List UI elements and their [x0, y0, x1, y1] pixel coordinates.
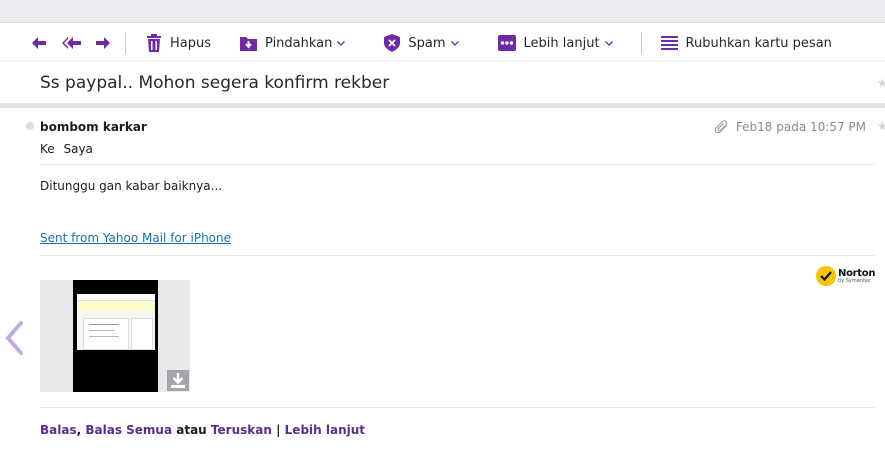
divider	[40, 255, 875, 256]
more-button[interactable]: Lebih lanjut	[497, 35, 621, 51]
more-label: Lebih lanjut	[523, 35, 600, 51]
paperclip-icon	[714, 120, 728, 134]
pipe-separator: |	[276, 423, 281, 437]
spam-label: Spam	[408, 35, 446, 51]
reply-all-icon	[62, 37, 81, 49]
delete-button[interactable]: Hapus	[146, 34, 211, 52]
move-button[interactable]: Pindahkan	[240, 35, 353, 51]
toolbar-divider	[640, 32, 642, 54]
trash-icon	[147, 34, 161, 52]
message-date: Feb18 pada 10:57 PM	[735, 120, 866, 134]
reply-comma: ,	[76, 423, 82, 437]
list-icon	[660, 36, 678, 50]
download-button[interactable]	[167, 370, 189, 391]
norton-text: Norton by Symantec	[838, 267, 876, 284]
move-folder-icon	[240, 37, 258, 51]
recipient-prefix: Ke	[40, 142, 55, 156]
reply-all-button[interactable]	[62, 36, 82, 50]
forward-link[interactable]: Teruskan	[211, 423, 272, 437]
message-toolbar: Hapus Pindahkan Spam Lebih lanjut Rubuhk…	[0, 24, 885, 62]
recipient-row: Ke Saya	[40, 142, 93, 156]
collapse-cards-button[interactable]: Rubuhkan kartu pesan	[660, 35, 832, 51]
more-link[interactable]: Lebih lanjut	[285, 423, 365, 437]
back-chevron-icon	[5, 321, 23, 355]
sender-name[interactable]: bombom karkar	[40, 120, 147, 134]
norton-name: Norton	[838, 267, 876, 279]
reply-icon	[32, 37, 46, 49]
chevron-down-icon	[450, 40, 459, 46]
more-dots-icon	[497, 35, 516, 51]
chevron-down-icon	[337, 40, 346, 46]
toolbar-divider	[125, 32, 126, 54]
delete-label: Hapus	[170, 35, 212, 51]
download-icon	[171, 373, 185, 388]
divider	[40, 407, 875, 408]
norton-check-icon	[816, 266, 836, 286]
reply-link[interactable]: Balas	[40, 423, 77, 437]
signature-link[interactable]: Sent from Yahoo Mail for iPhone	[40, 231, 231, 245]
previous-message-button[interactable]	[2, 320, 26, 356]
forward-icon	[96, 37, 110, 49]
divider	[40, 164, 875, 165]
reply-button[interactable]	[30, 36, 48, 50]
spam-shield-icon	[384, 34, 401, 52]
image-attachment[interactable]	[40, 280, 190, 392]
or-text: atau	[176, 423, 207, 437]
spam-button[interactable]: Spam	[384, 34, 466, 52]
chevron-down-icon	[604, 40, 613, 46]
subject-row: Ss paypal.. Mohon segera konfirm rekber …	[0, 60, 885, 105]
message-date-row: Feb18 pada 10:57 PM	[714, 120, 866, 134]
star-icon[interactable]: ★	[877, 119, 885, 133]
message-subject: Ss paypal.. Mohon segera konfirm rekber	[40, 73, 390, 93]
attachment-preview	[77, 294, 155, 350]
reply-actions: Balas, Balas Semua atau Teruskan | Lebih…	[40, 423, 365, 437]
reply-all-link[interactable]: Balas Semua	[85, 423, 172, 437]
message-body: Ditunggu gan kabar baiknya...	[40, 179, 223, 193]
norton-by: by Symantec	[838, 277, 871, 284]
forward-button[interactable]	[94, 36, 112, 50]
subject-divider	[0, 103, 885, 108]
unread-dot-icon[interactable]	[26, 122, 34, 130]
recipient-name[interactable]: Saya	[63, 142, 92, 156]
norton-badge: Norton by Symantec	[816, 264, 876, 288]
attachment-thumbnail	[73, 280, 158, 392]
collapse-cards-label: Rubuhkan kartu pesan	[685, 35, 832, 51]
move-label: Pindahkan	[265, 35, 333, 51]
star-icon[interactable]: ★	[877, 76, 885, 90]
